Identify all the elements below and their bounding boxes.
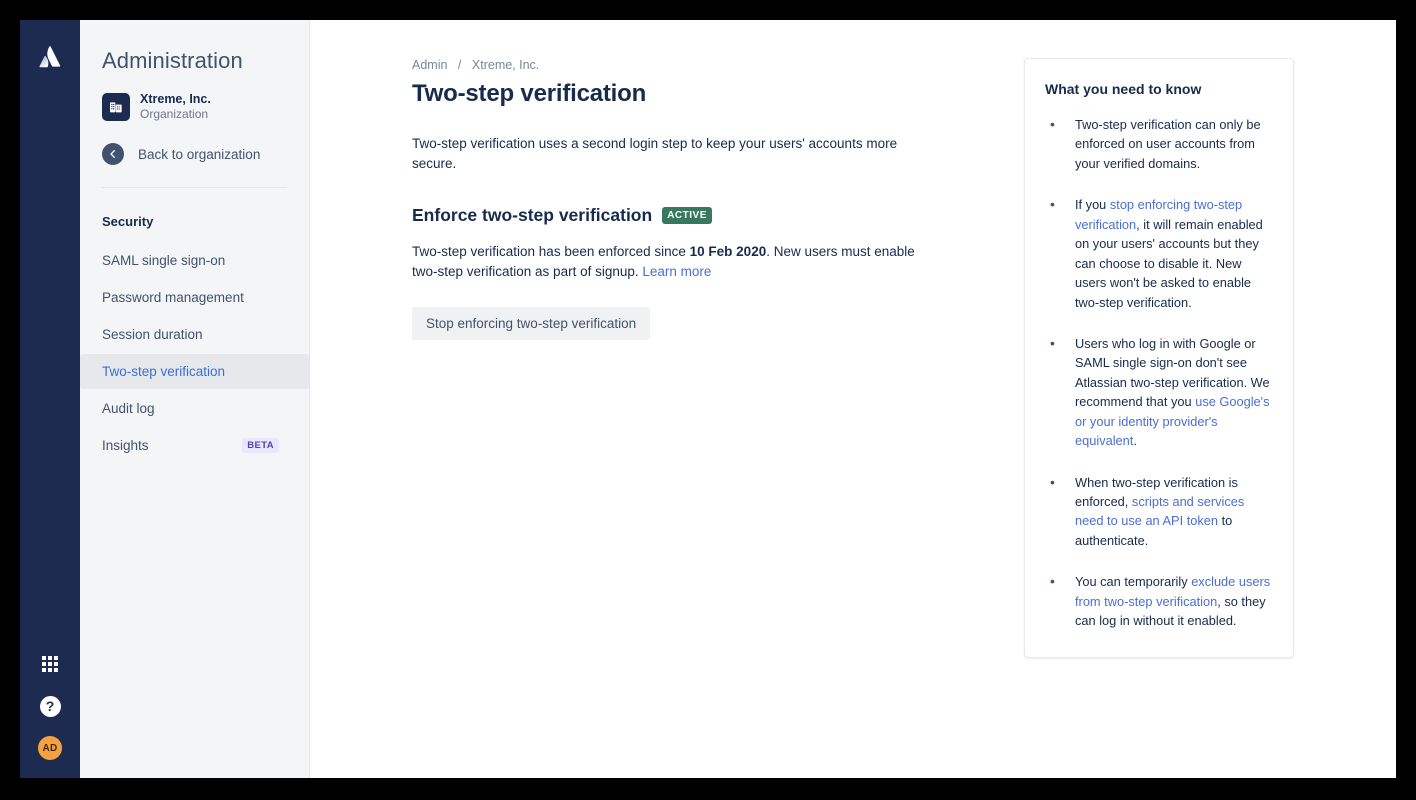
organization-name: Xtreme, Inc.: [140, 92, 211, 107]
sidebar-item-label: Two-step verification: [102, 364, 225, 379]
list-item: You can temporarily exclude users from t…: [1045, 572, 1273, 630]
organization-subtitle: Organization: [140, 107, 211, 121]
list-item: When two-step verification is enforced, …: [1045, 473, 1273, 551]
status-badge: ACTIVE: [662, 207, 712, 224]
sidebar-item-label: Audit log: [102, 401, 155, 416]
list-item: Users who log in with Google or SAML sin…: [1045, 334, 1273, 451]
app-switcher-grid-icon[interactable]: [38, 652, 62, 676]
page-title: Two-step verification: [412, 80, 930, 108]
enforcement-date: 10 Feb 2020: [690, 244, 767, 259]
list-item: Two-step verification can only be enforc…: [1045, 115, 1273, 173]
breadcrumb-admin[interactable]: Admin: [412, 58, 447, 72]
inline-link[interactable]: scripts and services need to use an API …: [1075, 494, 1244, 528]
rail-bottom-actions: ? AD: [20, 652, 80, 760]
info-card-title: What you need to know: [1045, 81, 1273, 97]
learn-more-link[interactable]: Learn more: [642, 264, 711, 279]
status-text-pre: Two-step verification has been enforced …: [412, 244, 690, 259]
sidebar-item-label: SAML single sign-on: [102, 253, 225, 268]
admin-sidebar: Administration: [80, 20, 310, 778]
back-to-organization-link[interactable]: Back to organization: [80, 143, 309, 165]
beta-badge: BETA: [242, 438, 279, 453]
enforcement-status-text: Two-step verification has been enforced …: [412, 242, 930, 284]
global-nav-rail: ? AD: [20, 20, 80, 778]
info-card: What you need to know Two-step verificat…: [1024, 58, 1294, 658]
sidebar-item-label: Insights: [102, 438, 149, 453]
sidebar-divider: [102, 187, 287, 188]
sidebar-title: Administration: [80, 48, 309, 74]
inline-link[interactable]: exclude users from two-step verification: [1075, 574, 1270, 608]
organization-names: Xtreme, Inc. Organization: [140, 92, 211, 121]
main-content: Admin / Xtreme, Inc. Two-step verificati…: [310, 20, 1396, 778]
organization-switcher[interactable]: Xtreme, Inc. Organization: [80, 92, 309, 121]
stop-enforcing-button[interactable]: Stop enforcing two-step verification: [412, 307, 650, 340]
back-to-organization-label: Back to organization: [138, 147, 260, 162]
main-column: Admin / Xtreme, Inc. Two-step verificati…: [310, 58, 930, 778]
sidebar-item-session-duration[interactable]: Session duration: [80, 317, 309, 352]
sidebar-item-saml-single-sign-on[interactable]: SAML single sign-on: [80, 243, 309, 278]
list-item: If you stop enforcing two-step verificat…: [1045, 195, 1273, 312]
atlassian-logo-icon[interactable]: [35, 42, 65, 72]
enforce-section-header: Enforce two-step verification ACTIVE: [412, 205, 930, 226]
avatar[interactable]: AD: [38, 736, 62, 760]
help-glyph: ?: [40, 696, 61, 717]
sidebar-item-label: Password management: [102, 290, 244, 305]
sidebar-item-password-management[interactable]: Password management: [80, 280, 309, 315]
sidebar-section-security: Security: [80, 206, 309, 237]
help-question-icon[interactable]: ?: [38, 694, 62, 718]
sidebar-item-label: Session duration: [102, 327, 203, 342]
inline-link[interactable]: use Google's or your identity provider's…: [1075, 394, 1270, 448]
sidebar-item-two-step-verification[interactable]: Two-step verification: [80, 354, 309, 389]
breadcrumb-separator: /: [458, 58, 461, 72]
app-window: ? AD Administration: [20, 20, 1396, 778]
what-you-need-to-know-panel: What you need to know Two-step verificat…: [1024, 58, 1294, 658]
section-title: Enforce two-step verification: [412, 205, 652, 226]
breadcrumb-organization[interactable]: Xtreme, Inc.: [472, 58, 539, 72]
inline-link[interactable]: stop enforcing two-step verification: [1075, 197, 1242, 231]
arrow-left-icon: [102, 143, 124, 165]
page-intro-text: Two-step verification uses a second logi…: [412, 134, 930, 175]
sidebar-item-insights[interactable]: Insights BETA: [80, 428, 309, 463]
sidebar-item-audit-log[interactable]: Audit log: [80, 391, 309, 426]
organization-building-icon: [102, 93, 130, 121]
breadcrumb: Admin / Xtreme, Inc.: [412, 58, 930, 72]
info-bullet-list: Two-step verification can only be enforc…: [1045, 115, 1273, 631]
